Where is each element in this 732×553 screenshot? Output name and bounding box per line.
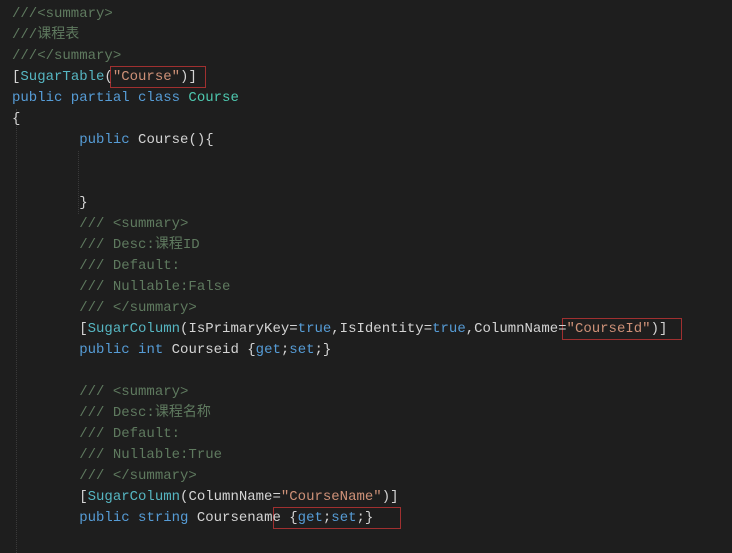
class-declaration: public partial class Course xyxy=(12,88,732,109)
property-declaration: public int Courseid {get;set;} xyxy=(12,340,732,361)
code-editor: ///<summary> ///课程表 ///</summary> [Sugar… xyxy=(12,4,732,529)
comment-line: /// Nullable:True xyxy=(79,447,222,463)
brace-open: { xyxy=(12,111,20,127)
comment-line: ///课程表 xyxy=(12,27,79,43)
comment-line: /// Default: xyxy=(79,258,180,274)
comment-line: ///<summary> xyxy=(12,6,113,22)
comment-line: /// </summary> xyxy=(79,468,197,484)
comment-line: /// <summary> xyxy=(79,216,188,232)
comment-line: ///</summary> xyxy=(12,48,121,64)
comment-line: /// Desc:课程ID xyxy=(79,237,199,253)
brace-close: } xyxy=(79,195,87,211)
attribute-line: [SugarColumn(IsPrimaryKey=true,IsIdentit… xyxy=(12,319,732,340)
attribute-line: [SugarColumn(ColumnName="CourseName")] xyxy=(12,487,732,508)
comment-line: /// Desc:课程名称 xyxy=(79,405,211,421)
comment-line: /// </summary> xyxy=(79,300,197,316)
comment-line: /// Default: xyxy=(79,426,180,442)
constructor: public Course(){ xyxy=(12,130,732,151)
property-declaration: public string Coursename {get;set;} xyxy=(12,508,732,529)
comment-line: /// Nullable:False xyxy=(79,279,230,295)
attribute-line: [SugarTable("Course")] xyxy=(12,67,732,88)
comment-line: /// <summary> xyxy=(79,384,188,400)
